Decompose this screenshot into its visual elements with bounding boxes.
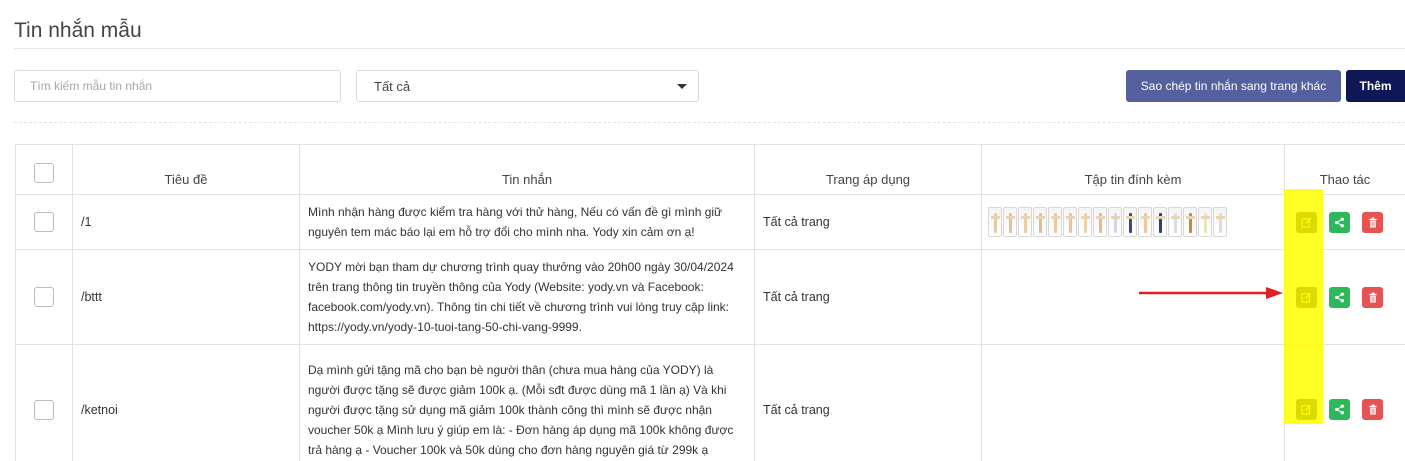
edit-icon (1301, 217, 1312, 228)
attachment-thumbnail[interactable] (1078, 207, 1092, 237)
attachment-thumbnail[interactable] (1018, 207, 1032, 237)
page-title: Tin nhắn mẫu (14, 19, 142, 42)
filter-selected-value: Tất cả (374, 78, 411, 94)
header-message: Tin nhắn (299, 144, 755, 195)
search-input[interactable] (14, 70, 341, 102)
attachment-thumbnail[interactable] (1138, 207, 1152, 237)
edit-button[interactable] (1296, 286, 1317, 308)
attachment-thumbnail[interactable] (1213, 207, 1227, 237)
share-icon (1335, 292, 1344, 302)
attachment-thumbnail[interactable] (1183, 207, 1197, 237)
table-row: /ketnoi Dạ mình gửi tặng mã cho bạn bè n… (15, 344, 1405, 461)
row-message: YODY mời bạn tham dự chương trình quay t… (299, 249, 755, 345)
edit-button[interactable] (1296, 399, 1317, 420)
page-filter-select[interactable]: Tất cả (356, 70, 699, 102)
trash-icon (1368, 404, 1377, 415)
add-button[interactable]: Thêm (1346, 70, 1405, 102)
row-checkbox[interactable] (34, 399, 54, 420)
share-icon (1335, 217, 1344, 227)
toolbar-divider (14, 122, 1405, 123)
attachment-thumbnail[interactable] (1003, 207, 1017, 237)
attachment-thumbnail[interactable] (1063, 207, 1077, 237)
table-row: /1 Mình nhận hàng được kiểm tra hàng với… (15, 194, 1405, 250)
row-page: Tất cả trang (754, 249, 982, 345)
row-title: /1 (72, 194, 300, 250)
share-button[interactable] (1329, 399, 1350, 420)
copy-to-page-button[interactable]: Sao chép tin nhắn sang trang khác (1126, 70, 1341, 102)
header-attachments: Tập tin đính kèm (981, 144, 1285, 195)
row-title: /bttt (72, 249, 300, 345)
attachment-thumbnail[interactable] (1108, 207, 1122, 237)
title-divider (14, 48, 1405, 49)
row-attachments (981, 344, 1285, 461)
trash-icon (1368, 292, 1377, 303)
delete-button[interactable] (1362, 399, 1383, 420)
row-page: Tất cả trang (754, 344, 982, 461)
row-page: Tất cả trang (754, 194, 982, 250)
select-all-checkbox[interactable] (34, 163, 54, 183)
attachment-thumbnail[interactable] (1123, 207, 1137, 237)
row-actions (1284, 194, 1405, 250)
row-checkbox[interactable] (34, 287, 54, 307)
table-row: /bttt YODY mời bạn tham dự chương trình … (15, 249, 1405, 345)
delete-button[interactable] (1362, 286, 1383, 308)
attachment-thumbnail[interactable] (1198, 207, 1212, 237)
row-message: Mình nhận hàng được kiểm tra hàng với th… (299, 194, 755, 250)
table-header-row: Tiêu đề Tin nhắn Trang áp dụng Tập tin đ… (15, 144, 1405, 195)
attachment-thumbnails (988, 207, 1278, 237)
chevron-down-icon (677, 84, 687, 89)
attachment-thumbnail[interactable] (1033, 207, 1047, 237)
attachment-thumbnail[interactable] (1168, 207, 1182, 237)
row-actions (1284, 344, 1405, 461)
attachment-thumbnail[interactable] (1153, 207, 1167, 237)
row-attachments (981, 249, 1285, 345)
share-icon (1335, 404, 1344, 415)
row-title: /ketnoi (72, 344, 300, 461)
row-actions (1284, 249, 1405, 345)
header-select-cell (15, 144, 73, 195)
share-button[interactable] (1329, 286, 1350, 308)
attachment-thumbnail[interactable] (988, 207, 1002, 237)
templates-table: Tiêu đề Tin nhắn Trang áp dụng Tập tin đ… (15, 144, 1405, 461)
header-actions: Thao tác (1284, 144, 1405, 195)
edit-icon (1301, 404, 1312, 415)
edit-button[interactable] (1296, 211, 1317, 233)
row-message: Dạ mình gửi tặng mã cho bạn bè người thâ… (299, 344, 755, 461)
row-attachments (981, 194, 1285, 250)
attachment-thumbnail[interactable] (1093, 207, 1107, 237)
share-button[interactable] (1329, 211, 1350, 233)
row-checkbox[interactable] (34, 212, 54, 232)
header-page: Trang áp dụng (754, 144, 982, 195)
edit-icon (1301, 292, 1312, 303)
header-title: Tiêu đề (72, 144, 300, 195)
attachment-thumbnail[interactable] (1048, 207, 1062, 237)
trash-icon (1368, 217, 1377, 228)
delete-button[interactable] (1362, 211, 1383, 233)
